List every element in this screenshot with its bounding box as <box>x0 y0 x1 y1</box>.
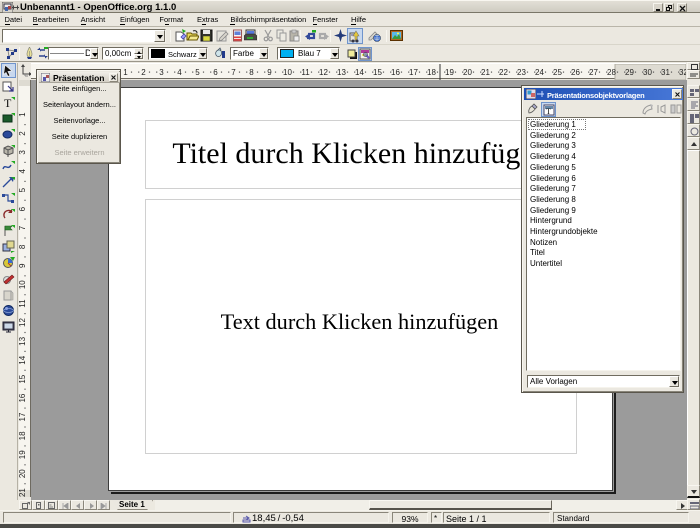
svg-text:9: 9 <box>19 263 27 268</box>
svg-text:14: 14 <box>19 355 27 364</box>
svg-text:4: 4 <box>19 169 27 174</box>
svg-text:18: 18 <box>427 68 436 77</box>
svg-text:32: 32 <box>679 68 686 77</box>
svg-text:26: 26 <box>571 68 580 77</box>
svg-text:8: 8 <box>19 244 27 249</box>
svg-text:19: 19 <box>19 450 27 459</box>
svg-text:5: 5 <box>195 68 200 77</box>
svg-text:T: T <box>4 96 12 109</box>
svg-text:16: 16 <box>391 68 400 77</box>
svg-text:11: 11 <box>301 68 310 77</box>
svg-text:29: 29 <box>625 68 634 77</box>
svg-text:20: 20 <box>463 68 472 77</box>
svg-text:T: T <box>546 107 551 116</box>
svg-text:11: 11 <box>19 299 27 308</box>
svg-text:30: 30 <box>643 68 652 77</box>
svg-text:17: 17 <box>19 412 27 421</box>
svg-text:6: 6 <box>19 206 27 211</box>
svg-text:15: 15 <box>373 68 382 77</box>
svg-text:25: 25 <box>553 68 562 77</box>
svg-text:2: 2 <box>141 68 146 77</box>
svg-text:18: 18 <box>19 431 27 440</box>
svg-text:23: 23 <box>517 68 526 77</box>
svg-text:14: 14 <box>355 68 364 77</box>
svg-text:9: 9 <box>267 68 272 77</box>
svg-text:27: 27 <box>589 68 598 77</box>
svg-text:21: 21 <box>481 68 490 77</box>
svg-text:13: 13 <box>337 68 346 77</box>
svg-text:1: 1 <box>19 112 27 117</box>
svg-text:7: 7 <box>19 225 27 230</box>
svg-text:8: 8 <box>249 68 254 77</box>
svg-text:10: 10 <box>283 68 292 77</box>
svg-text:3: 3 <box>19 150 27 155</box>
svg-text:13: 13 <box>19 336 27 345</box>
svg-text:31: 31 <box>661 68 670 77</box>
svg-text:16: 16 <box>19 393 27 402</box>
svg-text:22: 22 <box>499 68 508 77</box>
svg-text:2: 2 <box>19 131 27 136</box>
svg-text:4: 4 <box>177 68 182 77</box>
svg-text:19: 19 <box>445 68 454 77</box>
svg-text:10: 10 <box>19 280 27 289</box>
svg-text:17: 17 <box>409 68 418 77</box>
svg-text:3: 3 <box>159 68 164 77</box>
svg-text:12: 12 <box>319 68 328 77</box>
svg-text:6: 6 <box>213 68 218 77</box>
svg-text:21: 21 <box>19 488 27 497</box>
svg-text:1: 1 <box>123 68 128 77</box>
svg-text:20: 20 <box>19 469 27 478</box>
svg-text:24: 24 <box>535 68 544 77</box>
svg-text:7: 7 <box>231 68 236 77</box>
svg-text:5: 5 <box>19 187 27 192</box>
svg-text:28: 28 <box>607 68 616 77</box>
svg-text:15: 15 <box>19 374 27 383</box>
svg-text:12: 12 <box>19 318 27 327</box>
